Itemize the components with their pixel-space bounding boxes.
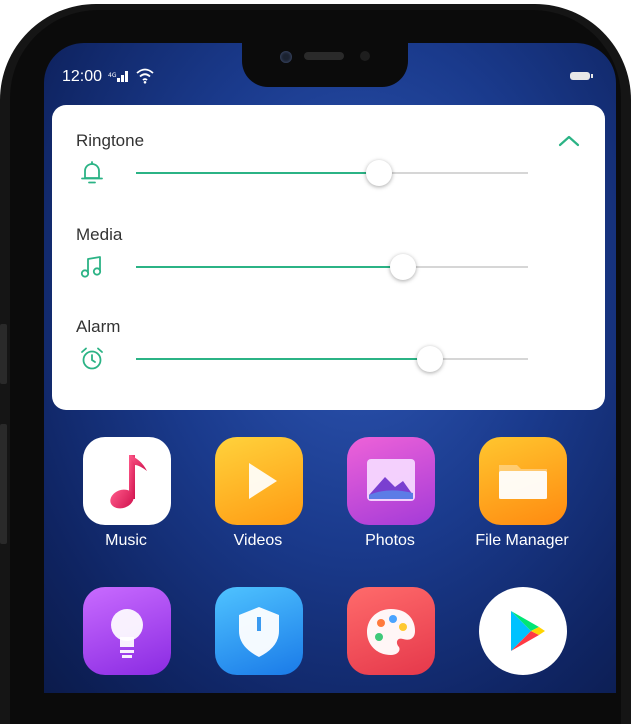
- ringtone-slider-row: Ringtone: [76, 131, 586, 205]
- shield-icon: [215, 587, 303, 675]
- palette-icon: [347, 587, 435, 675]
- battery-icon: [570, 72, 593, 80]
- alarm-slider-track[interactable]: [136, 346, 528, 372]
- music-note-icon: [78, 253, 106, 281]
- phone-screen: 12:00 4G Ringtone Media Alarm Music Vide…: [44, 43, 616, 693]
- front-camera: [280, 51, 292, 63]
- photos-icon: [347, 437, 435, 525]
- volume-panel: Ringtone Media Alarm: [52, 105, 605, 410]
- earpiece-speaker: [304, 52, 344, 60]
- app-theme-store[interactable]: [66, 587, 176, 693]
- folder-icon: [479, 437, 567, 525]
- ringtone-slider-thumb[interactable]: [366, 160, 393, 186]
- volume-button: [0, 324, 7, 384]
- alarm-label: Alarm: [76, 317, 121, 336]
- alarm-slider-thumb[interactable]: [417, 346, 443, 372]
- side-button: [0, 424, 7, 544]
- svg-text:4G: 4G: [108, 72, 117, 79]
- status-time: 12:00: [62, 68, 103, 85]
- app-photos[interactable]: Photos: [330, 437, 440, 567]
- wifi-icon: [136, 68, 154, 89]
- alarm-clock-icon: [78, 345, 106, 373]
- media-slider-track[interactable]: [136, 254, 528, 280]
- app-label: File Manager: [475, 532, 569, 549]
- bell-icon: [78, 159, 106, 187]
- app-file-manager[interactable]: File Manager: [462, 437, 572, 567]
- cellular-signal-icon: 4G: [108, 69, 132, 88]
- app-paint[interactable]: [330, 587, 440, 693]
- play-icon: [215, 437, 303, 525]
- lightbulb-icon: [83, 587, 171, 675]
- proximity-sensor: [360, 51, 370, 61]
- play-store-icon: [479, 587, 567, 675]
- app-label: Photos: [365, 532, 415, 549]
- ringtone-slider-track[interactable]: [136, 160, 528, 186]
- media-slider-thumb[interactable]: [389, 254, 416, 280]
- alarm-slider-row: Alarm: [76, 317, 586, 391]
- status-bar: 12:00 4G: [62, 68, 602, 88]
- app-label: Videos: [233, 532, 283, 549]
- app-videos[interactable]: Videos: [198, 437, 308, 567]
- app-play-store[interactable]: [462, 587, 572, 693]
- media-label: Media: [76, 225, 123, 244]
- app-label: Music: [105, 532, 147, 549]
- media-slider-row: Media: [76, 225, 586, 299]
- alarm-slider-fill: [136, 358, 430, 360]
- media-slider-fill: [136, 266, 403, 268]
- ringtone-slider-fill: [136, 172, 380, 174]
- music-icon: [83, 437, 171, 525]
- app-music[interactable]: Music: [66, 437, 176, 567]
- ringtone-label: Ringtone: [76, 131, 145, 150]
- app-phone-manager[interactable]: [198, 587, 308, 693]
